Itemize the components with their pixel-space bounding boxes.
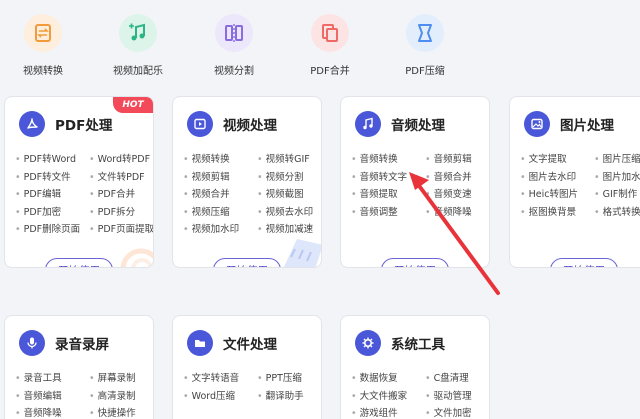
card-item[interactable]: 音频提取 <box>351 188 425 203</box>
folder-icon <box>187 330 213 356</box>
card-item[interactable]: 录音工具 <box>15 372 89 387</box>
gear-icon <box>355 330 381 356</box>
card-item[interactable]: PDF编辑 <box>15 188 89 203</box>
decorative-rings <box>120 248 153 267</box>
card-item[interactable]: 音频降噪 <box>425 206 489 221</box>
card-record: 录音录屏 录音工具 屏幕录制 音频编辑 高清录制 音频降噪 快捷操作 <box>4 315 154 419</box>
hot-badge: HOT <box>113 97 153 113</box>
card-item[interactable]: GIF制作 <box>594 188 640 203</box>
quick-tools-bar: 视频转换 视频加配乐 视频分割 PDF合并 PDF压缩 <box>0 0 640 90</box>
card-item[interactable]: 文字提取 <box>520 153 594 168</box>
tool-pdf-merge[interactable]: PDF合并 <box>292 14 368 77</box>
card-item[interactable]: 大文件搬家 <box>351 390 425 405</box>
card-item[interactable]: PDF转文件 <box>15 171 89 186</box>
tool-label: PDF合并 <box>310 66 350 77</box>
pdf-compress-icon <box>406 14 444 52</box>
card-item[interactable]: 音频转文字 <box>351 171 425 186</box>
tool-pdf-compress[interactable]: PDF压缩 <box>387 14 463 77</box>
card-title: 音频处理 <box>391 118 445 134</box>
card-item[interactable]: PDF加密 <box>15 206 89 221</box>
card-item[interactable]: PDF合并 <box>89 188 153 203</box>
card-item[interactable]: Word转PDF <box>89 153 153 168</box>
card-item[interactable]: 视频截图 <box>257 188 321 203</box>
card-item[interactable]: 音频变速 <box>425 188 489 203</box>
card-pdf: HOT PDF处理 PDF转Word Word转PDF PDF转文件 文件转PD… <box>4 96 154 268</box>
start-button[interactable]: 开始使用 <box>45 258 113 267</box>
video-split-icon <box>215 14 253 52</box>
card-title: 文件处理 <box>223 337 277 353</box>
card-item[interactable]: 驱动管理 <box>425 390 489 405</box>
card-system: 系统工具 数据恢复 C盘清理 大文件搬家 驱动管理 游戏组件 文件加密 <box>340 315 490 419</box>
pdf-icon <box>19 111 45 137</box>
card-title: 系统工具 <box>391 337 445 353</box>
card-item[interactable]: 音频合并 <box>425 171 489 186</box>
card-item[interactable]: 视频合并 <box>183 188 257 203</box>
card-item[interactable]: PDF页面提取 <box>89 223 153 238</box>
start-button[interactable]: 开始使用 <box>550 258 618 267</box>
tool-music-add[interactable]: 视频加配乐 <box>100 14 176 77</box>
card-item[interactable]: 高清录制 <box>89 390 153 405</box>
card-audio: 音频处理 音频转换 音频剪辑 音频转文字 音频合并 音频提取 音频变速 音频调整… <box>340 96 490 268</box>
card-title: 图片处理 <box>560 118 614 134</box>
start-button[interactable]: 开始使用 <box>213 258 281 267</box>
start-button[interactable]: 开始使用 <box>381 258 449 267</box>
card-item[interactable]: PPT压缩 <box>257 372 321 387</box>
card-item[interactable]: 抠图换背景 <box>520 206 594 221</box>
card-item[interactable]: 音频调整 <box>351 206 425 221</box>
card-item[interactable]: 翻译助手 <box>257 390 321 405</box>
card-item[interactable]: 视频剪辑 <box>183 171 257 186</box>
tool-label: 视频转换 <box>23 66 63 77</box>
video-icon <box>187 111 213 137</box>
tool-video-split[interactable]: 视频分割 <box>196 14 272 77</box>
tool-video-convert[interactable]: 视频转换 <box>5 14 81 77</box>
card-item[interactable]: 音频降噪 <box>15 407 89 419</box>
card-item[interactable]: Word压缩 <box>183 390 257 405</box>
pdf-merge-icon <box>311 14 349 52</box>
card-image: 图片处理 文字提取 图片压缩 图片去水印 图片加水印 Heic转图片 GIF制作… <box>509 96 640 268</box>
tool-label: PDF压缩 <box>405 66 445 77</box>
card-item[interactable]: 音频剪辑 <box>425 153 489 168</box>
card-item[interactable]: 游戏组件 <box>351 407 425 419</box>
card-item[interactable]: 视频转GIF <box>257 153 321 168</box>
music-note-icon <box>355 111 381 137</box>
card-item[interactable]: C盘清理 <box>425 372 489 387</box>
music-add-icon <box>119 14 157 52</box>
tool-label: 视频分割 <box>214 66 254 77</box>
card-item[interactable]: 视频去水印 <box>257 206 321 221</box>
card-item[interactable]: 视频压缩 <box>183 206 257 221</box>
card-title: PDF处理 <box>55 118 113 134</box>
card-item[interactable]: 快捷操作 <box>89 407 153 419</box>
card-item[interactable]: 文件转PDF <box>89 171 153 186</box>
tool-label: 视频加配乐 <box>113 66 163 77</box>
card-item[interactable]: 图片压缩 <box>594 153 640 168</box>
card-item[interactable]: 视频分割 <box>257 171 321 186</box>
card-item[interactable]: 屏幕录制 <box>89 372 153 387</box>
card-item[interactable]: 视频转换 <box>183 153 257 168</box>
card-item[interactable]: 音频转换 <box>351 153 425 168</box>
image-icon <box>524 111 550 137</box>
card-item[interactable]: 数据恢复 <box>351 372 425 387</box>
card-item[interactable]: PDF拆分 <box>89 206 153 221</box>
card-item[interactable]: 图片去水印 <box>520 171 594 186</box>
card-item[interactable]: PDF删除页面 <box>15 223 89 238</box>
microphone-icon <box>19 330 45 356</box>
film-strip-decoration <box>283 239 321 267</box>
card-title: 视频处理 <box>223 118 277 134</box>
card-item[interactable]: Heic转图片 <box>520 188 594 203</box>
card-title: 录音录屏 <box>55 337 109 353</box>
card-item[interactable]: 格式转换 <box>594 206 640 221</box>
card-item[interactable]: 视频加水印 <box>183 223 257 238</box>
video-convert-icon <box>24 14 62 52</box>
card-item[interactable]: PDF转Word <box>15 153 89 168</box>
card-item[interactable]: 文字转语音 <box>183 372 257 387</box>
card-item[interactable]: 文件加密 <box>425 407 489 419</box>
card-file: 文件处理 文字转语音 PPT压缩 Word压缩 翻译助手 <box>172 315 322 419</box>
card-item[interactable]: 图片加水印 <box>594 171 640 186</box>
card-item[interactable]: 音频编辑 <box>15 390 89 405</box>
card-video: 视频处理 视频转换 视频转GIF 视频剪辑 视频分割 视频合并 视频截图 视频压… <box>172 96 322 268</box>
